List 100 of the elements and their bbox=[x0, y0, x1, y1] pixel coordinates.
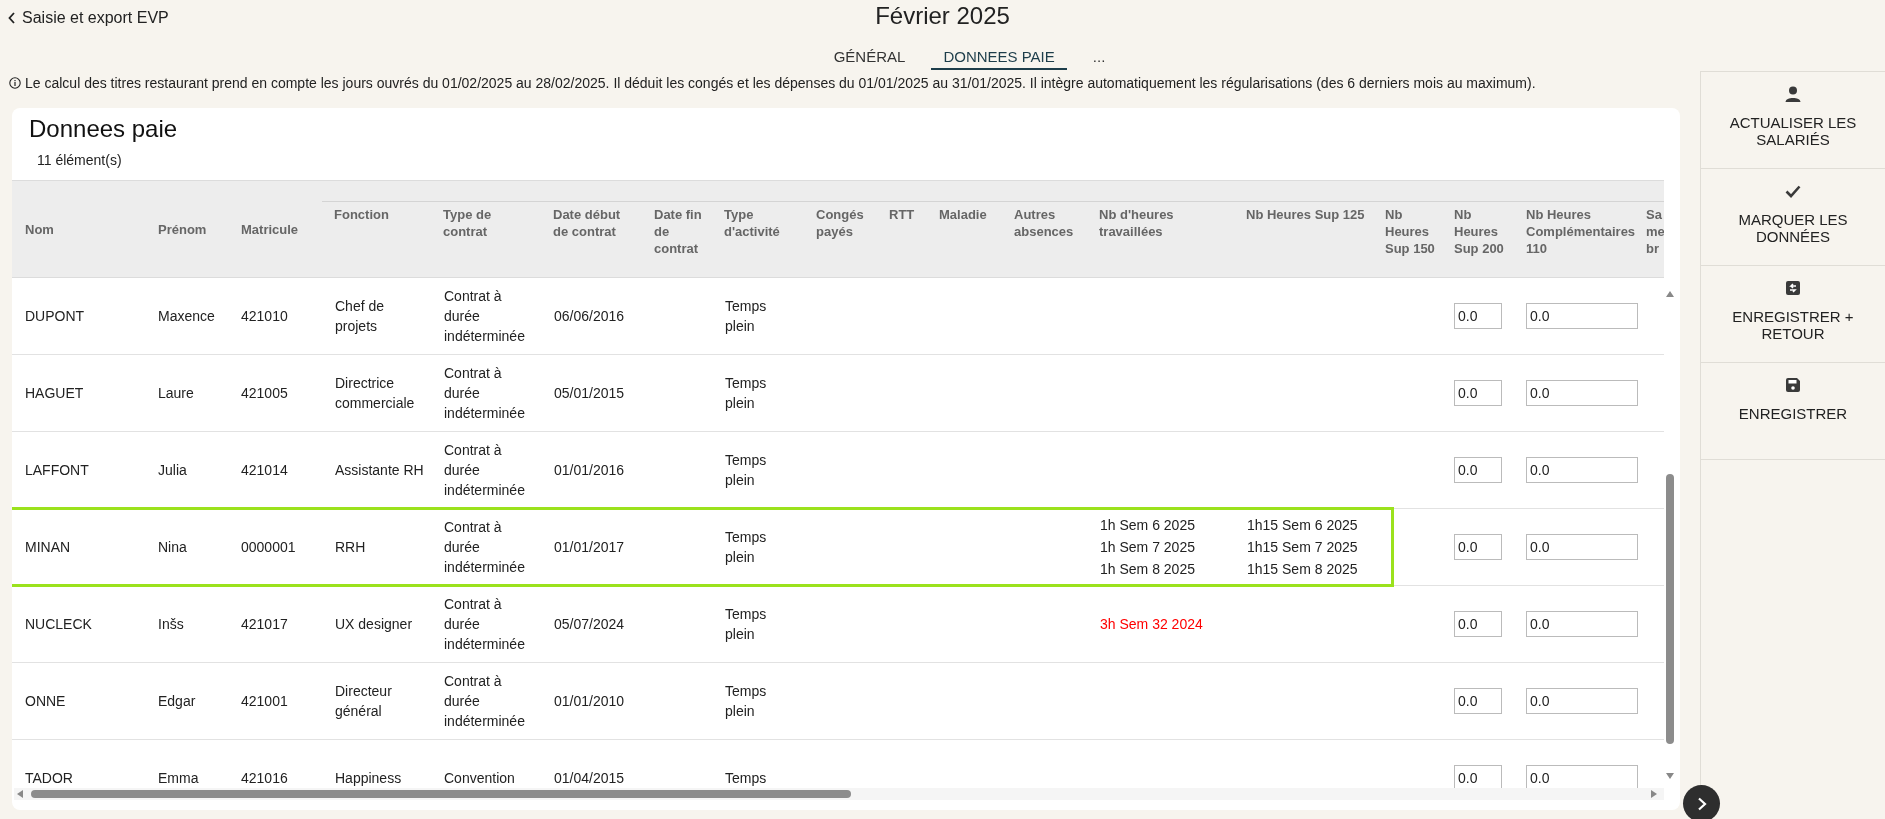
input-field[interactable]: 0.0 bbox=[1454, 611, 1502, 637]
info-text: Le calcul des titres restaurant prend en compte les jours ouvrés du 01/02/2025 au 28/02/2025. Il déduit les congés et les dépenses du 01/01/2025 au 31/01/2025. Il intègre automatiquement les régularisations (des 6 derniers mois au maximum). bbox=[25, 73, 1536, 93]
input-field[interactable]: 0.0 bbox=[1526, 303, 1638, 329]
page-title: Février 2025 bbox=[875, 1, 1010, 31]
action-button[interactable]: MARQUER LES DONNÉES bbox=[1701, 169, 1885, 266]
table-cell-text: 05/01/2015 bbox=[554, 384, 626, 403]
tab[interactable]: ... bbox=[1080, 47, 1118, 70]
action-button[interactable]: ENREGISTRER + RETOUR bbox=[1701, 266, 1885, 363]
table-cell-text: 1h15 Sem 8 2025 bbox=[1247, 560, 1359, 579]
input-field[interactable]: 0.0 bbox=[1454, 457, 1502, 483]
table-cell-text: 01/01/2016 bbox=[554, 461, 626, 480]
table-cell-text: Temps plein bbox=[725, 297, 768, 336]
table-cell-text: Temps plein bbox=[725, 451, 768, 490]
column-header: Type d'activité bbox=[724, 206, 781, 240]
column-header: Nb d'heures travaillées bbox=[1099, 206, 1175, 240]
table-cell-text: Julia bbox=[158, 461, 188, 480]
table-cell-text: MINAN bbox=[25, 538, 72, 557]
input-field[interactable]: 0.0 bbox=[1454, 688, 1502, 714]
input-field[interactable]: 0.0 bbox=[1526, 765, 1638, 791]
table-cell-text: DUPONT bbox=[25, 307, 86, 326]
column-header: Nb Heures Sup 150 bbox=[1385, 206, 1436, 257]
table-cell-text: 421016 bbox=[241, 769, 289, 788]
column-header: Sa me br bbox=[1646, 206, 1662, 257]
column-header: Maladie bbox=[939, 206, 988, 223]
tab[interactable]: GÉNÉRAL bbox=[821, 47, 918, 70]
column-header: Type de contrat bbox=[443, 206, 493, 240]
table-cell-text: NUCLECK bbox=[25, 615, 93, 634]
back-link[interactable]: Saisie et export EVP bbox=[8, 6, 169, 30]
table-cell-text: Temps plein bbox=[725, 605, 768, 644]
table-cell-text: 01/04/2015 bbox=[554, 769, 626, 788]
table-cell-text: 1h Sem 8 2025 bbox=[1100, 560, 1196, 579]
table-cell-text: Directrice commerciale bbox=[335, 374, 416, 413]
table-cell-text: 421017 bbox=[241, 615, 289, 634]
table-cell-text: 01/01/2017 bbox=[554, 538, 626, 557]
table-cell-text: Emma bbox=[158, 769, 200, 788]
table-cell-text: Maxence bbox=[158, 307, 216, 326]
panel-title: Donnees paie bbox=[29, 114, 178, 144]
table-row[interactable]: NUCLECK Inšs 421017 UX designer Contrat à durée indéterminée 05/07/2024 Temps plein 3h Sem 32 2024 0.0 0.0 bbox=[12, 586, 1664, 663]
table-cell-text: 06/06/2016 bbox=[554, 307, 626, 326]
table-cell-text: Chef de projets bbox=[335, 297, 386, 336]
table-cell-text: Inšs bbox=[158, 615, 185, 634]
input-field[interactable]: 0.0 bbox=[1454, 534, 1502, 560]
next-button[interactable] bbox=[1683, 785, 1720, 819]
table-cell-text: 1h15 Sem 6 2025 bbox=[1247, 516, 1359, 535]
table-cell-text: Contrat à durée indéterminée bbox=[444, 364, 526, 423]
column-header: Nb Heures Sup 125 bbox=[1246, 206, 1366, 223]
chevron-left-icon bbox=[8, 12, 16, 24]
table-cell-text: Contrat à durée indéterminée bbox=[444, 672, 526, 731]
scroll-left-icon bbox=[16, 789, 24, 799]
input-field[interactable]: 0.0 bbox=[1526, 688, 1638, 714]
table-row[interactable]: ONNE Edgar 421001 Directeur général Contrat à durée indéterminée 01/01/2010 Temps plein 0.0 0.0 bbox=[12, 663, 1664, 740]
table-cell-text: Contrat à durée indéterminée bbox=[444, 441, 526, 500]
table-cell-text: TADOR bbox=[25, 769, 74, 788]
table-cell-text: Directeur général bbox=[335, 682, 393, 721]
table-row[interactable]: MINAN Nina 0000001 RRH Contrat à durée indéterminée 01/01/2017 Temps plein 1h Sem 6 2025 1h Sem 7 2025 1h Sem 8 2025 1h15 Sem 6 2025 1h15 Sem 7 2025 1h15 Sem 8 2025 0.0 0.0 bbox=[12, 509, 1664, 586]
column-header: Nb Heures Sup 200 bbox=[1454, 206, 1505, 257]
input-field[interactable]: 0.0 bbox=[1454, 765, 1502, 791]
scrollbar-thumb[interactable] bbox=[1666, 474, 1674, 744]
table-cell-text: Contrat à durée indéterminée bbox=[444, 287, 526, 346]
scroll-down-icon bbox=[1665, 772, 1675, 780]
person-icon bbox=[1785, 86, 1801, 102]
scrollbar-thumb[interactable] bbox=[31, 790, 851, 798]
table-cell-text: 421005 bbox=[241, 384, 289, 403]
input-field[interactable]: 0.0 bbox=[1454, 380, 1502, 406]
scroll-up-icon bbox=[1665, 290, 1675, 298]
table-cell-text: Laure bbox=[158, 384, 195, 403]
table-cell-text: Temps bbox=[725, 769, 768, 788]
table-cell-text: Edgar bbox=[158, 692, 197, 711]
tab[interactable]: DONNEES PAIE bbox=[931, 47, 1067, 70]
input-field[interactable]: 0.0 bbox=[1526, 457, 1638, 483]
table-cell-text: 3h Sem 32 2024 bbox=[1100, 615, 1204, 634]
table-cell-text: 1h15 Sem 7 2025 bbox=[1247, 538, 1359, 557]
table-cell-text: RRH bbox=[335, 538, 367, 557]
table-cell-text: Assistante RH bbox=[335, 461, 425, 480]
table-row[interactable]: LAFFONT Julia 421014 Assistante RH Contrat à durée indéterminée 01/01/2016 Temps plein 0.0 0.0 bbox=[12, 432, 1664, 509]
table-cell-text: 421001 bbox=[241, 692, 289, 711]
table-cell-text: ONNE bbox=[25, 692, 67, 711]
input-field[interactable]: 0.0 bbox=[1526, 534, 1638, 560]
table-cell-text: 01/01/2010 bbox=[554, 692, 626, 711]
scroll-right-icon bbox=[1650, 789, 1658, 799]
column-header: Date début de contrat bbox=[553, 206, 622, 240]
table-cell-text: 1h Sem 6 2025 bbox=[1100, 516, 1196, 535]
input-field[interactable]: 0.0 bbox=[1526, 611, 1638, 637]
column-header: Matricule bbox=[241, 220, 299, 238]
column-header: Nom bbox=[25, 220, 54, 238]
column-header: Fonction bbox=[334, 206, 390, 223]
column-header: Congés payés bbox=[816, 206, 865, 240]
table-row[interactable]: HAGUET Laure 421005 Directrice commerciale Contrat à durée indéterminée 05/01/2015 Temps plein 0.0 0.0 bbox=[12, 355, 1664, 432]
table-cell-text: Temps plein bbox=[725, 374, 768, 413]
action-button[interactable]: ACTUALISER LES SALARIÉS bbox=[1701, 72, 1885, 169]
table-row[interactable]: DUPONT Maxence 421010 Chef de projets Contrat à durée indéterminée 06/06/2016 Temps plein 0.0 0.0 bbox=[12, 278, 1664, 355]
input-field[interactable]: 0.0 bbox=[1526, 380, 1638, 406]
input-field[interactable]: 0.0 bbox=[1454, 303, 1502, 329]
column-header: Autres absences bbox=[1014, 206, 1075, 240]
table-cell-text: 421014 bbox=[241, 461, 289, 480]
action-button[interactable]: ENREGISTRER bbox=[1701, 363, 1885, 460]
table-cell-text: 0000001 bbox=[241, 538, 297, 557]
column-header: Date fin de contrat bbox=[654, 206, 703, 257]
table-cell-text: Contrat à durée indéterminée bbox=[444, 518, 526, 577]
item-count: 11 élément(s) bbox=[37, 151, 122, 170]
